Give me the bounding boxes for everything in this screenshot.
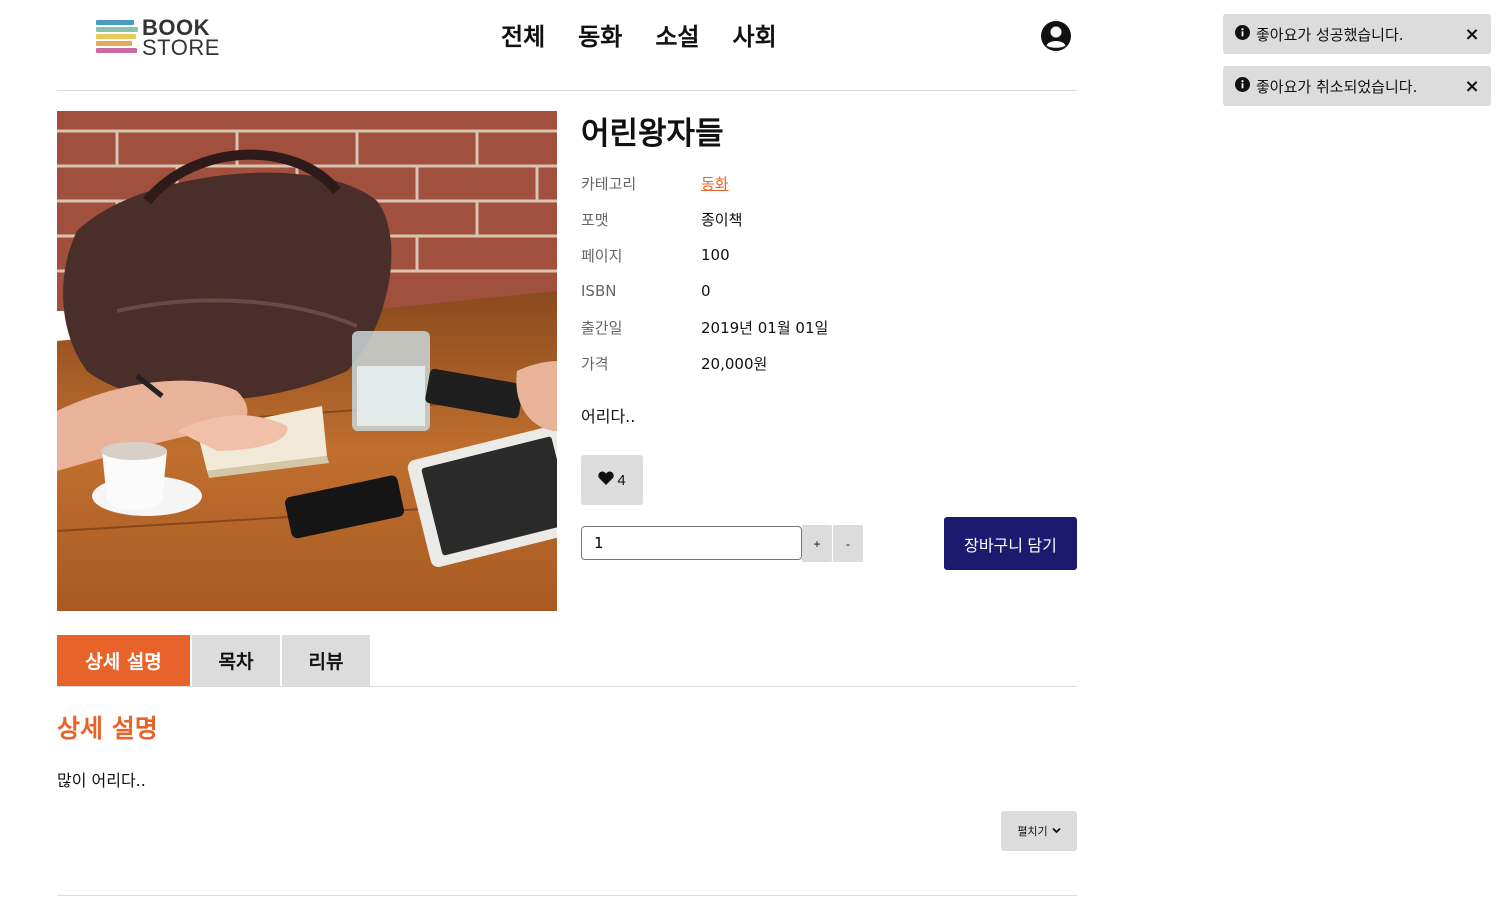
detail-key: ISBN — [581, 282, 617, 300]
close-icon[interactable]: × — [1453, 24, 1491, 45]
detail-section-text: 많이 어리다.. — [57, 771, 146, 790]
user-circle-icon[interactable] — [1040, 20, 1072, 52]
logo-stripes-icon — [96, 20, 138, 58]
detail-tabs: 상세 설명 목차 리뷰 — [57, 635, 1077, 687]
detail-row-pubdate: 출간일 2019년 01월 01일 — [581, 309, 1077, 345]
bookstore-logo[interactable]: BOOK STORE — [96, 17, 219, 60]
add-to-cart-button[interactable]: 장바구니 담기 — [944, 517, 1077, 570]
detail-row-pages: 페이지 100 — [581, 237, 1077, 273]
tab-detail[interactable]: 상세 설명 — [57, 635, 190, 686]
book-info: 어린왕자들 카테고리 동화 포맷 종이책 페이지 100 ISBN 0 출간일 … — [581, 111, 1077, 570]
detail-section-title: 상세 설명 — [57, 714, 158, 743]
detail-key: 카테고리 — [581, 174, 637, 193]
nav-item-society[interactable]: 사회 — [733, 20, 777, 54]
detail-key: 출간일 — [581, 318, 623, 337]
detail-key: 가격 — [581, 354, 609, 373]
site-header: BOOK STORE 전체 동화 소설 사회 — [57, 0, 1077, 91]
tab-toc[interactable]: 목차 — [192, 635, 280, 686]
category-nav: 전체 동화 소설 사회 — [501, 20, 810, 54]
book-cover-image — [57, 111, 557, 611]
detail-value: 100 — [701, 246, 730, 264]
nav-item-all[interactable]: 전체 — [501, 20, 545, 54]
detail-value: 20,000원 — [701, 354, 768, 373]
detail-row-format: 포맷 종이책 — [581, 201, 1077, 237]
nav-item-novel[interactable]: 소설 — [655, 20, 699, 54]
quantity-decrease-button[interactable]: - — [833, 525, 863, 562]
like-button[interactable]: 4 — [581, 455, 643, 505]
bottom-divider — [57, 895, 1077, 896]
detail-key: 포맷 — [581, 210, 609, 229]
chevron-down-icon — [1052, 825, 1061, 837]
logo-text: BOOK STORE — [142, 17, 220, 60]
like-count: 4 — [617, 471, 626, 489]
category-link[interactable]: 동화 — [701, 173, 729, 194]
quantity-input[interactable] — [581, 526, 802, 560]
detail-row-isbn: ISBN 0 — [581, 273, 1077, 309]
toast-message: 좋아요가 성공했습니다. — [1256, 25, 1404, 44]
nav-item-fairytale[interactable]: 동화 — [578, 20, 622, 54]
toast-like-success: 좋아요가 성공했습니다. × — [1223, 14, 1491, 54]
book-summary: 어리다.. — [581, 407, 636, 426]
detail-value: 0 — [701, 282, 711, 300]
info-icon — [1235, 24, 1250, 44]
heart-icon — [598, 471, 615, 489]
detail-key: 페이지 — [581, 246, 623, 265]
quantity-increase-button[interactable]: + — [802, 525, 832, 562]
detail-value: 2019년 01월 01일 — [701, 318, 829, 337]
detail-value: 종이책 — [701, 210, 743, 229]
tab-review[interactable]: 리뷰 — [282, 635, 370, 686]
expand-button[interactable]: 펼치기 — [1001, 811, 1077, 851]
logo-line2: STORE — [142, 35, 220, 60]
detail-row-category: 카테고리 동화 — [581, 165, 1077, 201]
expand-label: 펼치기 — [1017, 826, 1048, 838]
info-icon — [1235, 76, 1250, 96]
toast-message: 좋아요가 취소되었습니다. — [1256, 77, 1418, 96]
close-icon[interactable]: × — [1453, 76, 1491, 97]
detail-row-price: 가격 20,000원 — [581, 345, 1077, 381]
toast-like-cancel: 좋아요가 취소되었습니다. × — [1223, 66, 1491, 106]
book-title: 어린왕자들 — [581, 116, 724, 152]
